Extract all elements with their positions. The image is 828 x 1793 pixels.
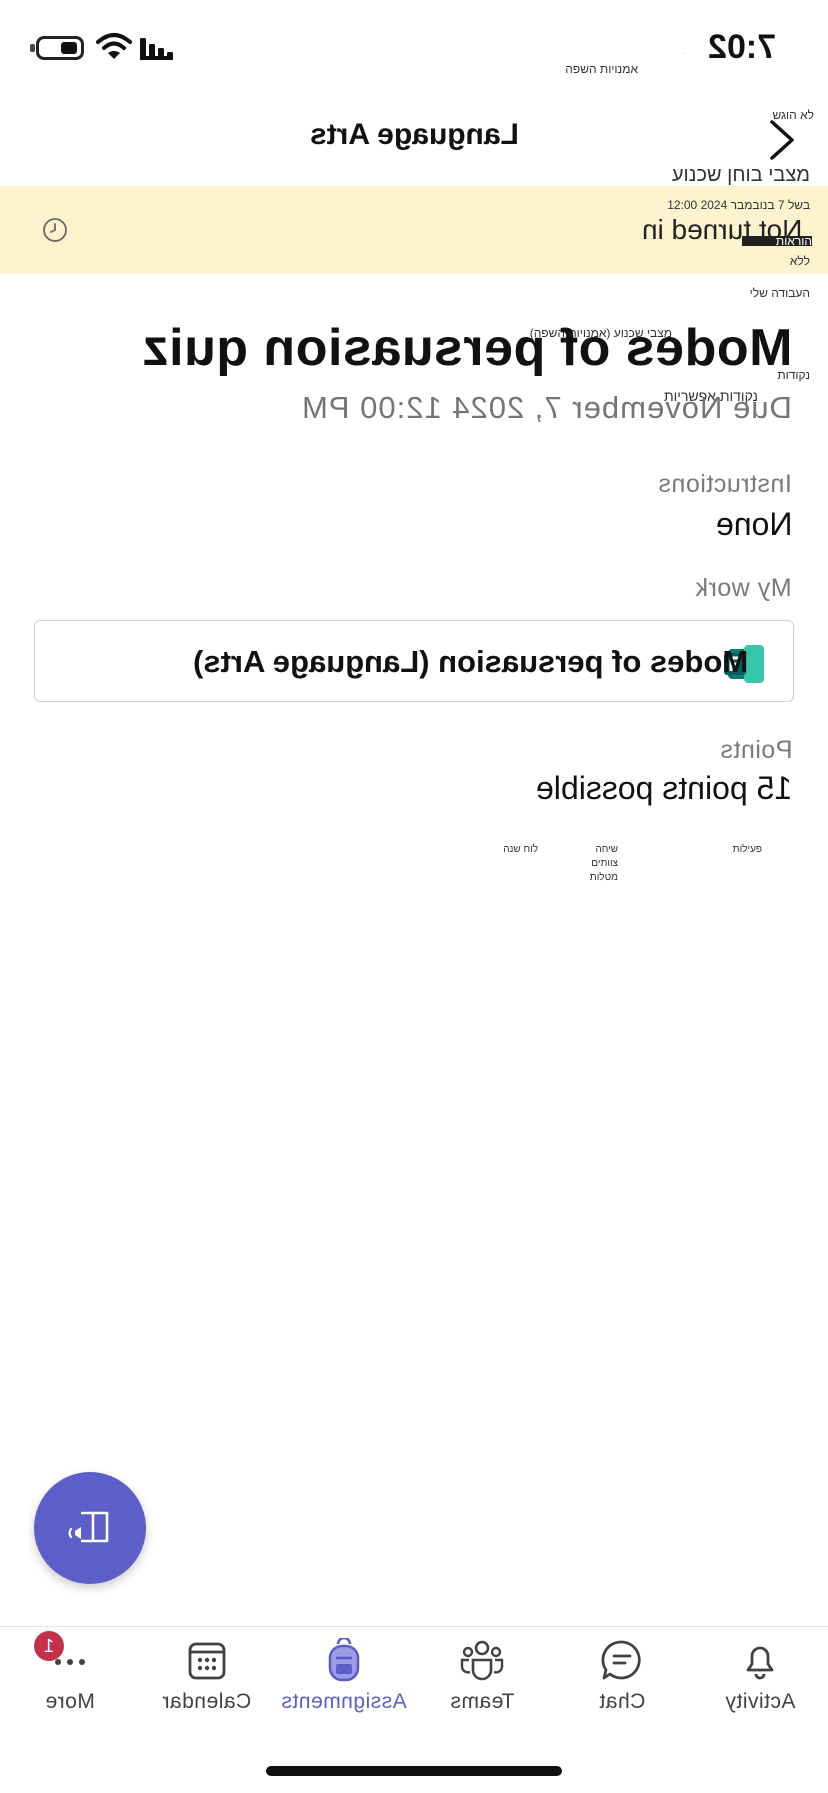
tab-activity[interactable]: Activity bbox=[695, 1638, 825, 1714]
bell-icon bbox=[746, 1646, 774, 1680]
tab-assignments[interactable]: Assignments bbox=[279, 1638, 409, 1714]
instructions-value: None bbox=[715, 506, 793, 542]
immersive-reader-icon bbox=[68, 1511, 109, 1543]
home-indicator bbox=[266, 1766, 562, 1776]
status-time: 7:02 bbox=[707, 28, 776, 66]
focus-label: אמנויות השפה bbox=[565, 62, 638, 76]
calendar-label-hebrew: לוח שנה bbox=[503, 844, 538, 855]
chat-icon bbox=[601, 1640, 641, 1680]
none-label-hebrew: ללא bbox=[789, 254, 810, 268]
due-date: Due November 7, 2024 12:00 PM bbox=[301, 390, 792, 425]
cellular-signal-icon bbox=[140, 38, 173, 60]
my-work-label-hebrew: העבודה שלי bbox=[749, 286, 810, 300]
wifi-icon bbox=[96, 33, 132, 59]
assignments-label-hebrew: מטלות bbox=[589, 872, 618, 883]
calendar-icon bbox=[188, 1642, 226, 1680]
points-label: Points bbox=[719, 736, 792, 764]
clock-icon bbox=[43, 218, 67, 242]
activity-label-hebrew: פעילות bbox=[732, 844, 762, 855]
tab-teams[interactable]: Teams bbox=[417, 1638, 547, 1714]
work-item-title[interactable]: Modes of persuasion (Language Arts) bbox=[193, 644, 748, 680]
immersive-reader-button[interactable] bbox=[34, 1472, 146, 1584]
teams-label-hebrew: צוותים bbox=[591, 858, 618, 869]
points-value: 15 points possible bbox=[535, 770, 792, 806]
quiz-name-label: מצבי בוחן שכנוע bbox=[671, 164, 810, 186]
instructions-label: Instructions bbox=[658, 470, 792, 498]
tab-calendar[interactable]: Calendar bbox=[142, 1638, 272, 1714]
notification-badge: 1 bbox=[34, 1631, 64, 1661]
moon-icon bbox=[672, 34, 692, 54]
battery-icon bbox=[30, 36, 84, 60]
backpack-icon bbox=[328, 1638, 360, 1682]
tab-more[interactable]: More bbox=[5, 1638, 135, 1714]
chat-label-hebrew: שיחה bbox=[595, 844, 618, 855]
points-label-hebrew: נקודות bbox=[777, 368, 810, 382]
page-title: Language Arts bbox=[309, 118, 519, 151]
tab-chat[interactable]: Chat bbox=[557, 1638, 687, 1714]
teams-icon bbox=[460, 1640, 504, 1681]
my-work-label: My work bbox=[695, 574, 792, 602]
assignment-title: Modes of persuasion quiz bbox=[141, 319, 793, 377]
instructions-label-hebrew: הוראות bbox=[775, 234, 812, 248]
due-label-hebrew: בשל 7 בנובמבר 2024 12:00 bbox=[667, 198, 810, 212]
